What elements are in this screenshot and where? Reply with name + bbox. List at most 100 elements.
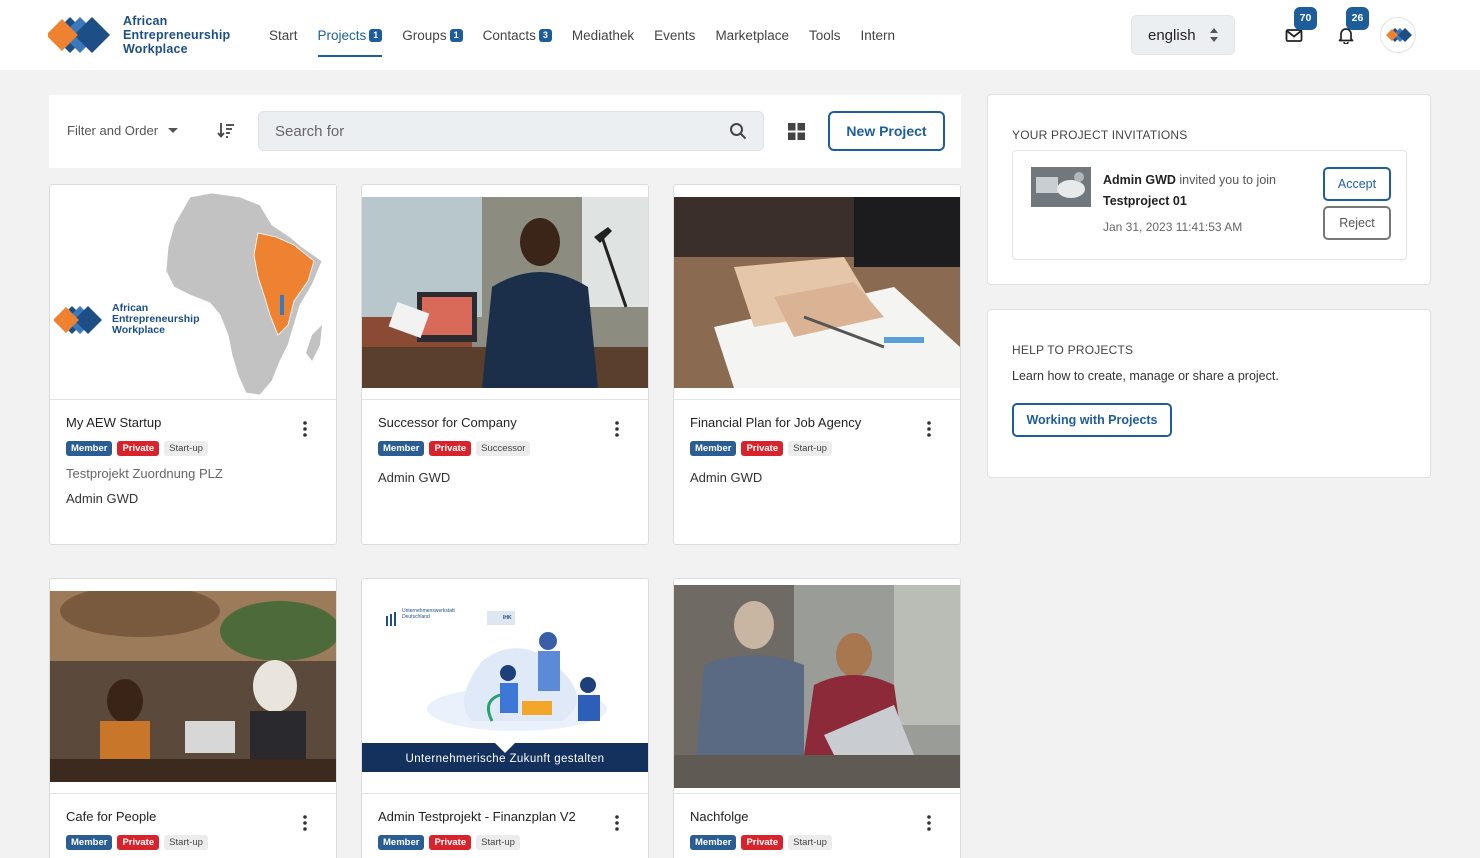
card-owner: Admin GWD	[378, 470, 451, 485]
more-vertical-icon[interactable]	[614, 420, 620, 438]
project-card[interactable]: African Entrepreneurship Workplace My AE…	[49, 184, 337, 545]
tag-type: Start-up	[476, 835, 520, 850]
nav-intern[interactable]: Intern	[861, 0, 896, 70]
tag-private: Private	[117, 835, 160, 850]
photo-meeting-icon	[674, 585, 960, 788]
brand-line-1: African	[123, 14, 168, 28]
tag-type: Successor	[476, 441, 531, 456]
brand-logo-icon	[48, 17, 110, 53]
africa-map-icon	[165, 192, 323, 396]
nav-contacts-badge: 3	[538, 28, 552, 42]
tag-private: Private	[117, 441, 160, 456]
notification-count-badge: 26	[1346, 7, 1369, 30]
invitation-text: Admin GWD invited you to join Testprojec…	[1103, 170, 1276, 212]
nav-marketplace[interactable]: Marketplace	[715, 0, 789, 70]
more-vertical-icon[interactable]	[302, 814, 308, 832]
nav-groups-label: Groups	[402, 27, 447, 43]
tag-member: Member	[378, 835, 425, 850]
new-project-button[interactable]: New Project	[828, 111, 945, 151]
nav-mediathek-label: Mediathek	[571, 27, 635, 43]
project-card[interactable]: Financial Plan for Job Agency Member Pri…	[673, 184, 961, 545]
image-caption: Unternehmerische Zukunft gestalten	[405, 753, 605, 765]
brand-logo[interactable]: African Entrepreneurship Workplace	[48, 14, 230, 56]
language-select[interactable]: english	[1131, 15, 1235, 55]
more-vertical-icon[interactable]	[926, 420, 932, 438]
card-title[interactable]: Financial Plan for Job Agency	[690, 415, 861, 430]
brand-line-2: Entrepreneurship	[123, 28, 231, 42]
card-title[interactable]: Cafe for People	[66, 809, 156, 824]
more-vertical-icon[interactable]	[302, 420, 308, 438]
help-title: HELP TO PROJECTS	[1012, 343, 1134, 357]
tag-member: Member	[690, 441, 737, 456]
card-tags: Member Private Start-up	[690, 835, 837, 850]
grid-view-icon[interactable]	[788, 123, 805, 140]
more-vertical-icon[interactable]	[926, 814, 932, 832]
project-image-photo	[674, 197, 960, 388]
invitation-date: Jan 31, 2023 11:41:53 AM	[1103, 220, 1243, 234]
nav-projects[interactable]: Projects 1	[317, 0, 383, 70]
search-input[interactable]	[259, 112, 699, 150]
nav-contacts-label: Contacts	[482, 27, 536, 43]
image-brand-text: Unternehmenswerkstatt Deutschland	[402, 608, 455, 620]
tag-member: Member	[378, 441, 425, 456]
tag-type: Start-up	[164, 835, 208, 850]
nav-events[interactable]: Events	[654, 0, 695, 70]
brand-name: African Entrepreneurship Workplace	[123, 14, 230, 56]
nav-groups-badge: 1	[449, 28, 463, 42]
project-image-illustration: Unternehmenswerkstatt Deutschland IHK Un…	[362, 591, 648, 772]
tag-member: Member	[66, 441, 113, 456]
card-title[interactable]: Successor for Company	[378, 415, 517, 430]
card-title[interactable]: Admin Testprojekt - Finanzplan V2	[378, 809, 576, 824]
invitation-project[interactable]: Testproject 01	[1103, 194, 1187, 208]
help-panel: HELP TO PROJECTS Learn how to create, ma…	[987, 309, 1431, 478]
card-tags: Member Private Start-up	[66, 441, 213, 456]
project-card[interactable]: Unternehmenswerkstatt Deutschland IHK Un…	[361, 578, 649, 858]
nav-start[interactable]: Start	[269, 0, 298, 70]
card-tags: Member Private Start-up	[690, 441, 837, 456]
help-text: Learn how to create, manage or share a p…	[1012, 369, 1279, 383]
invitation-inviter[interactable]: Admin GWD	[1103, 173, 1176, 187]
project-card[interactable]: Successor for Company Member Private Suc…	[361, 184, 649, 545]
mail-count-badge: 70	[1294, 7, 1317, 30]
tag-type: Start-up	[164, 441, 208, 456]
project-image-photo	[50, 591, 336, 782]
working-with-projects-button[interactable]: Working with Projects	[1012, 403, 1172, 437]
project-card[interactable]: Nachfolge Member Private Start-up	[673, 578, 961, 858]
invitation-message: invited you to join	[1179, 173, 1276, 187]
nav-intern-label: Intern	[860, 27, 896, 43]
search-icon[interactable]	[729, 122, 747, 140]
card-tags: Member Private Start-up	[66, 835, 213, 850]
nav-marketplace-label: Marketplace	[715, 27, 789, 43]
tag-private: Private	[429, 441, 472, 456]
project-image-africa-map: African Entrepreneurship Workplace	[50, 185, 336, 399]
accept-button[interactable]: Accept	[1323, 167, 1391, 201]
main-nav: Start Projects 1 Groups 1 Contacts 3 Mediat…	[269, 0, 915, 70]
invitation-item: Admin GWD invited you to join Testprojec…	[1012, 150, 1407, 260]
photo-man-laptop-icon	[362, 197, 648, 388]
nav-projects-label: Projects	[317, 27, 367, 43]
tag-private: Private	[429, 835, 472, 850]
nav-events-label: Events	[654, 27, 696, 43]
tag-member: Member	[66, 835, 113, 850]
invitations-title: YOUR PROJECT INVITATIONS	[1012, 128, 1188, 142]
filter-order-dropdown[interactable]: Filter and Order	[67, 123, 179, 138]
nav-tools[interactable]: Tools	[809, 0, 841, 70]
language-value: english	[1148, 26, 1196, 44]
card-tags: Member Private Successor	[378, 441, 535, 456]
photo-signing-document-icon	[674, 197, 960, 388]
card-subtitle: Testprojekt Zuordnung PLZ	[66, 466, 223, 481]
user-avatar[interactable]	[1380, 17, 1416, 53]
card-title[interactable]: My AEW Startup	[66, 415, 161, 430]
nav-mediathek[interactable]: Mediathek	[572, 0, 634, 70]
sort-icon[interactable]	[217, 121, 235, 139]
card-title[interactable]: Nachfolge	[690, 809, 749, 824]
nav-groups[interactable]: Groups 1	[402, 0, 463, 70]
project-card[interactable]: Cafe for People Member Private Start-up	[49, 578, 337, 858]
project-image-photo	[362, 197, 648, 388]
tag-private: Private	[741, 441, 784, 456]
reject-button[interactable]: Reject	[1323, 206, 1391, 240]
more-vertical-icon[interactable]	[614, 814, 620, 832]
card-logo-line-3: Workplace	[112, 324, 165, 336]
top-header: African Entrepreneurship Workplace Start…	[0, 0, 1480, 70]
nav-contacts[interactable]: Contacts 3	[483, 0, 552, 70]
